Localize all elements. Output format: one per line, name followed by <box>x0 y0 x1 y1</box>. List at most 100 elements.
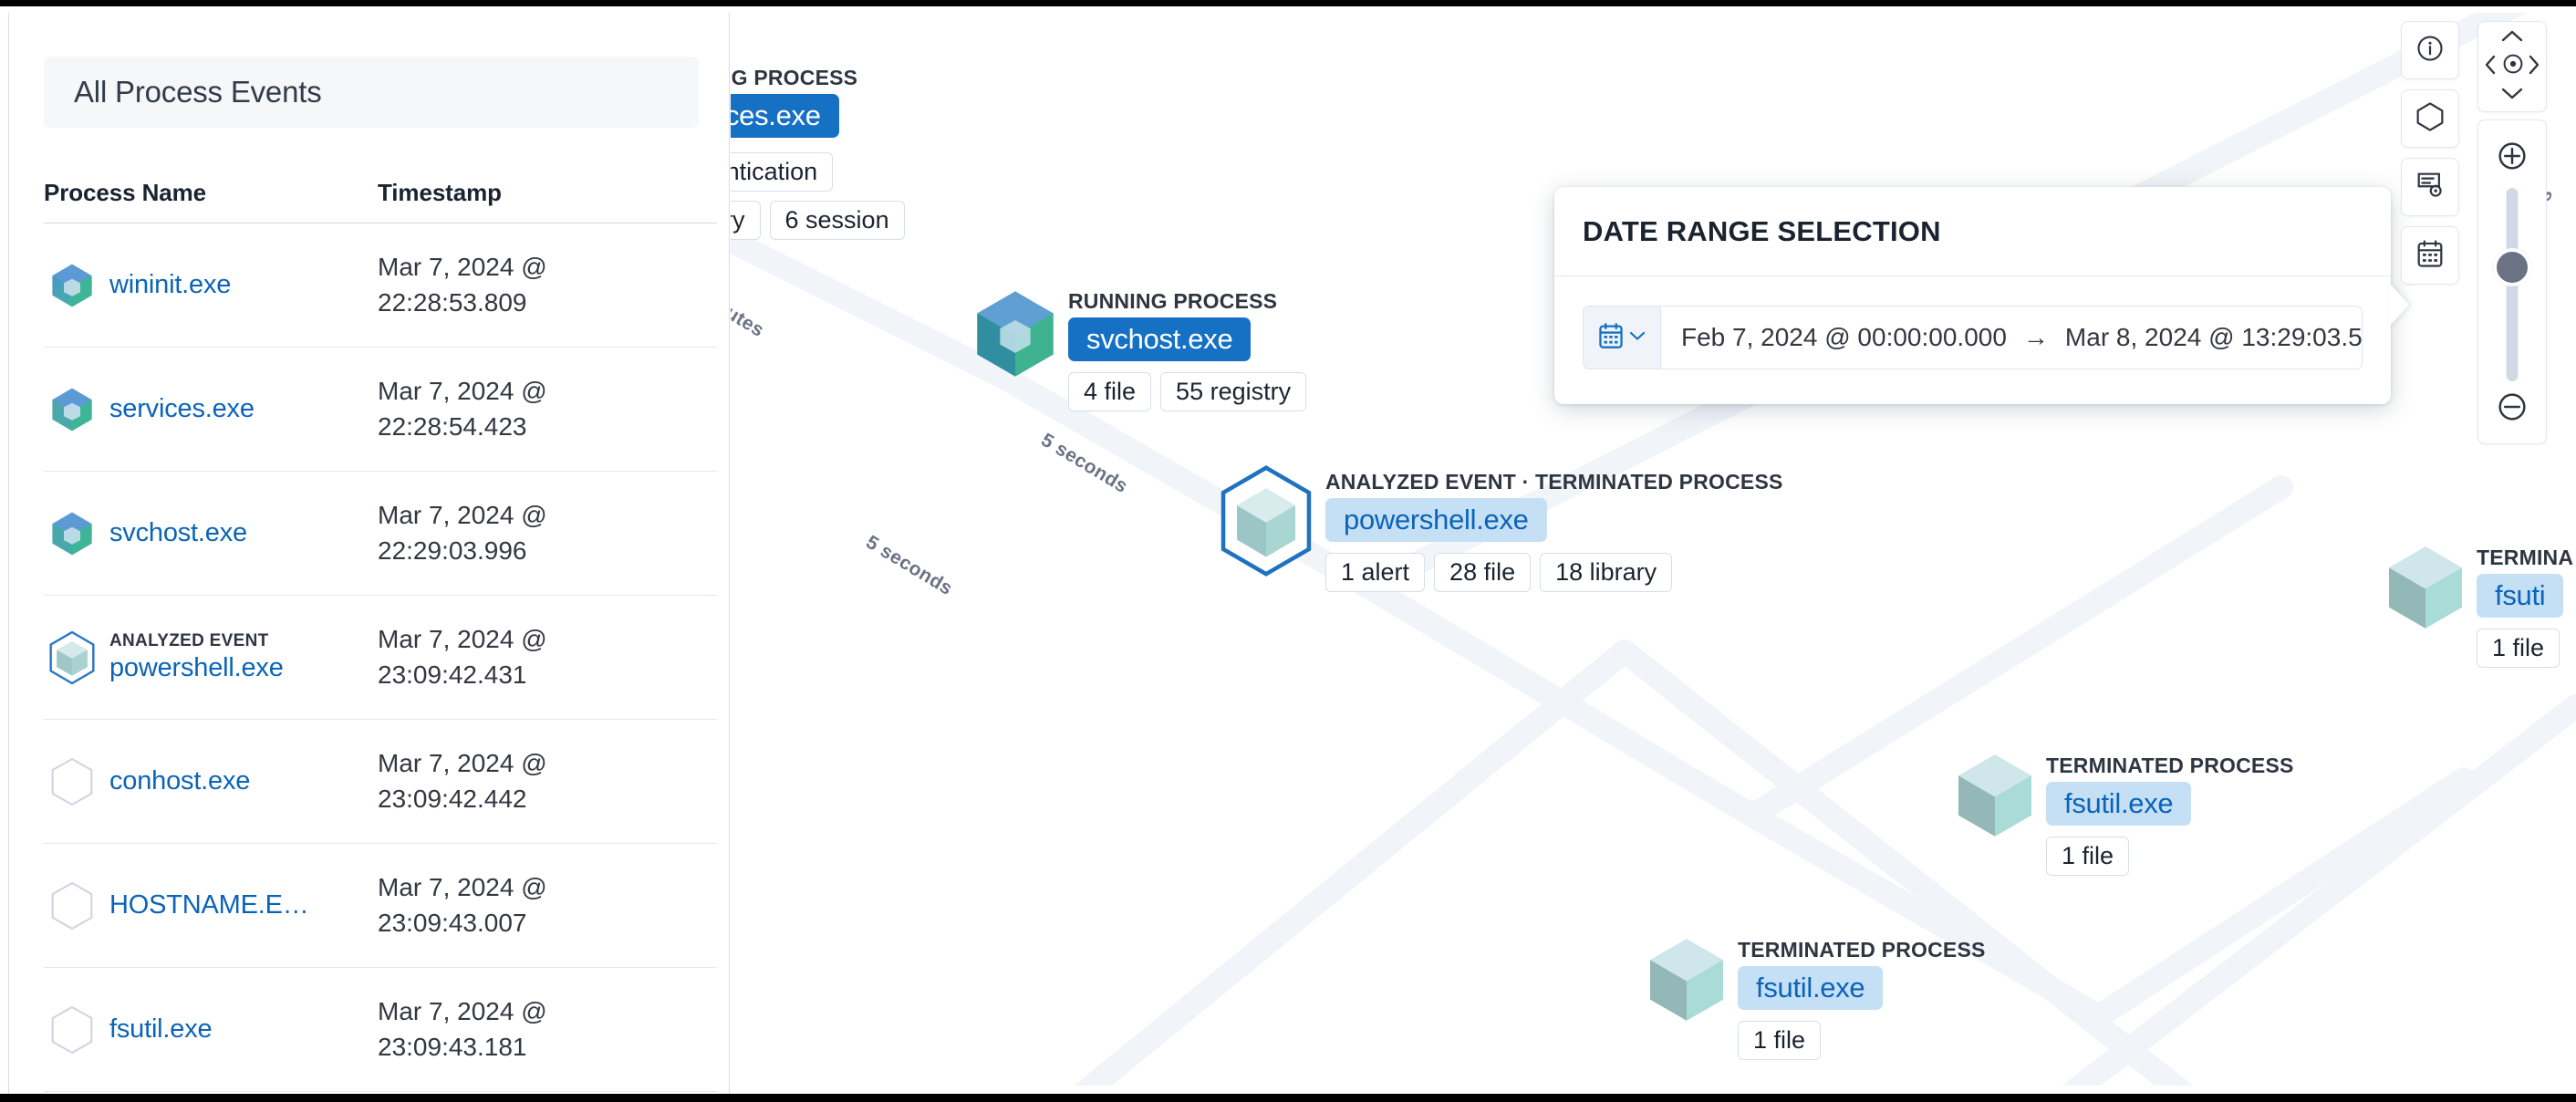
table-row[interactable]: svchost.exe Mar 7, 2024 @ 22:29:03.996 <box>44 472 717 596</box>
hexagon-outline-icon <box>44 1005 100 1055</box>
table-row[interactable]: HOSTNAME.E… Mar 7, 2024 @ 23:09:43.007 <box>44 844 717 968</box>
node-badge[interactable]: authentication <box>731 152 833 192</box>
timestamp-time: 23:09:43.007 <box>378 906 717 941</box>
process-graph-canvas[interactable]: 5 seconds 40 minutes 5 seconds 5 seconds… <box>731 13 2576 1086</box>
process-name-wrap: ANALYZED EVENT powershell.exe <box>109 631 284 683</box>
node-badge[interactable]: 55 registry <box>1160 372 1306 411</box>
node-badge[interactable]: 4 file <box>1068 372 1151 411</box>
node-badge[interactable]: registry <box>731 201 761 240</box>
cube-icon-running <box>44 385 100 434</box>
timestamp-date: Mar 7, 2024 @ <box>378 374 717 410</box>
chevron-right-icon <box>2528 54 2540 80</box>
chevron-left-icon <box>2484 54 2497 80</box>
table-header-row: Process Name Timestamp <box>44 179 717 224</box>
timestamp-time: 22:28:53.809 <box>378 286 717 321</box>
date-range-control[interactable]: Feb 7, 2024 @ 00:00:00.000 → Mar 8, 2024… <box>1583 306 2363 369</box>
zoom-slider-thumb[interactable] <box>2493 248 2531 286</box>
node-badge[interactable]: 1 file <box>2046 837 2129 876</box>
center-target-icon <box>2501 52 2525 80</box>
zoom-in-icon <box>2497 160 2528 175</box>
pan-up-button[interactable] <box>2498 27 2526 47</box>
date-range-end[interactable]: Mar 8, 2024 @ 13:29:03.519 <box>2065 323 2363 352</box>
table-row[interactable]: wininit.exe Mar 7, 2024 @ 22:28:53.809 <box>44 224 717 348</box>
calendar-icon <box>1598 322 1624 354</box>
process-link[interactable]: fsutil.exe <box>109 1014 212 1045</box>
process-name-wrap: fsutil.exe <box>109 1014 212 1045</box>
node-badge[interactable]: 6 session <box>770 201 905 240</box>
process-link[interactable]: wininit.exe <box>109 270 231 300</box>
timestamp-time: 23:09:42.442 <box>378 782 717 817</box>
zoom-out-button[interactable] <box>2497 391 2528 427</box>
timestamp-date: Mar 7, 2024 @ <box>378 622 717 658</box>
arrow-right-icon: → <box>2023 323 2049 352</box>
app-screen: All Process Events Process Name Timestam… <box>0 0 2576 1102</box>
node-label-pill[interactable]: fsutil.exe <box>1738 966 1883 1010</box>
date-quick-select-button[interactable] <box>1584 307 1661 369</box>
center-graph-button[interactable] <box>2500 53 2526 78</box>
node-badge[interactable]: 1 file <box>1738 1021 1821 1060</box>
date-picker-button[interactable] <box>2401 226 2459 285</box>
pan-control[interactable] <box>2477 21 2547 112</box>
node-kicker: RUNNING PROCESS <box>731 66 857 90</box>
timestamp-time: 22:29:03.996 <box>378 534 717 569</box>
popover-header: DATE RANGE SELECTION <box>1554 187 2391 276</box>
cube-icon-running <box>44 261 100 310</box>
timestamp-cell: Mar 7, 2024 @ 23:09:42.431 <box>378 622 717 692</box>
cube-icon-running <box>970 286 1061 386</box>
process-name-cell: services.exe <box>44 385 378 434</box>
node-label-pill[interactable]: powershell.exe <box>1325 498 1547 542</box>
zoom-in-button[interactable] <box>2497 140 2528 176</box>
zoom-control[interactable] <box>2477 120 2547 444</box>
pan-right-button[interactable] <box>2525 55 2543 78</box>
hexagon-outline-icon <box>44 881 100 930</box>
node-label-pill[interactable]: services.exe <box>731 94 839 138</box>
date-range-text[interactable]: Feb 7, 2024 @ 00:00:00.000 → Mar 8, 2024… <box>1661 307 2363 369</box>
process-link[interactable]: conhost.exe <box>109 766 250 796</box>
timestamp-cell: Mar 7, 2024 @ 22:28:54.423 <box>378 374 717 444</box>
node-label-pill[interactable]: svchost.exe <box>1068 317 1251 361</box>
node-badge[interactable]: 1 file <box>2477 629 2560 668</box>
timestamp-cell: Mar 7, 2024 @ 23:09:43.007 <box>378 870 717 941</box>
node-label-pill[interactable]: fsuti <box>2477 574 2563 618</box>
process-link[interactable]: svchost.exe <box>109 518 247 548</box>
cube-icon-analyzed <box>1214 464 1318 582</box>
analyzed-event-kicker: ANALYZED EVENT <box>109 631 284 651</box>
node-legend-button[interactable] <box>2401 89 2459 148</box>
timestamp-date: Mar 7, 2024 @ <box>378 746 717 782</box>
node-kicker: TERMINATED PROCESS <box>1738 938 1986 962</box>
node-badge[interactable]: 28 file <box>1434 553 1531 592</box>
timestamp-time: 23:09:43.181 <box>378 1030 717 1066</box>
timestamp-date: Mar 7, 2024 @ <box>378 994 717 1030</box>
node-kicker: ANALYZED EVENT · TERMINATED PROCESS <box>1325 470 1783 494</box>
hexagon-icon <box>2415 101 2445 137</box>
process-name-wrap: services.exe <box>109 394 254 424</box>
table-row[interactable]: ANALYZED EVENT powershell.exe Mar 7, 202… <box>44 596 717 720</box>
event-settings-button[interactable] <box>2401 158 2459 216</box>
table-row[interactable]: services.exe Mar 7, 2024 @ 22:28:54.423 <box>44 348 717 472</box>
timestamp-cell: Mar 7, 2024 @ 23:09:42.442 <box>378 746 717 816</box>
hexagon-outline-icon <box>44 757 100 806</box>
table-row[interactable]: fsutil.exe Mar 7, 2024 @ 23:09:43.181 <box>44 968 717 1092</box>
timestamp-cell: Mar 7, 2024 @ 22:29:03.996 <box>378 498 717 568</box>
process-link[interactable]: powershell.exe <box>109 653 284 683</box>
cube-icon-terminated <box>1643 934 1730 1030</box>
process-link[interactable]: HOSTNAME.E… <box>109 890 309 920</box>
graph-tools-column <box>2401 21 2457 295</box>
table-row[interactable]: conhost.exe Mar 7, 2024 @ 23:09:42.442 <box>44 720 717 844</box>
info-button[interactable] <box>2401 21 2459 79</box>
node-badge[interactable]: 1 alert <box>1325 553 1425 592</box>
process-link[interactable]: services.exe <box>109 394 254 424</box>
process-name-cell: wininit.exe <box>44 261 378 310</box>
process-name-cell: fsutil.exe <box>44 1005 378 1055</box>
node-label-pill[interactable]: fsutil.exe <box>2046 782 2191 826</box>
list-settings-icon <box>2415 171 2445 204</box>
column-header-timestamp: Timestamp <box>378 179 717 207</box>
pan-down-button[interactable] <box>2498 86 2526 106</box>
date-range-start[interactable]: Feb 7, 2024 @ 00:00:00.000 <box>1681 323 2007 352</box>
column-header-process-name: Process Name <box>44 179 378 207</box>
node-badge[interactable]: 18 library <box>1540 553 1672 592</box>
pan-left-button[interactable] <box>2481 55 2499 78</box>
calendar-icon <box>2416 239 2444 273</box>
process-name-wrap: HOSTNAME.E… <box>109 890 309 920</box>
graph-navigation-column <box>2477 21 2545 444</box>
